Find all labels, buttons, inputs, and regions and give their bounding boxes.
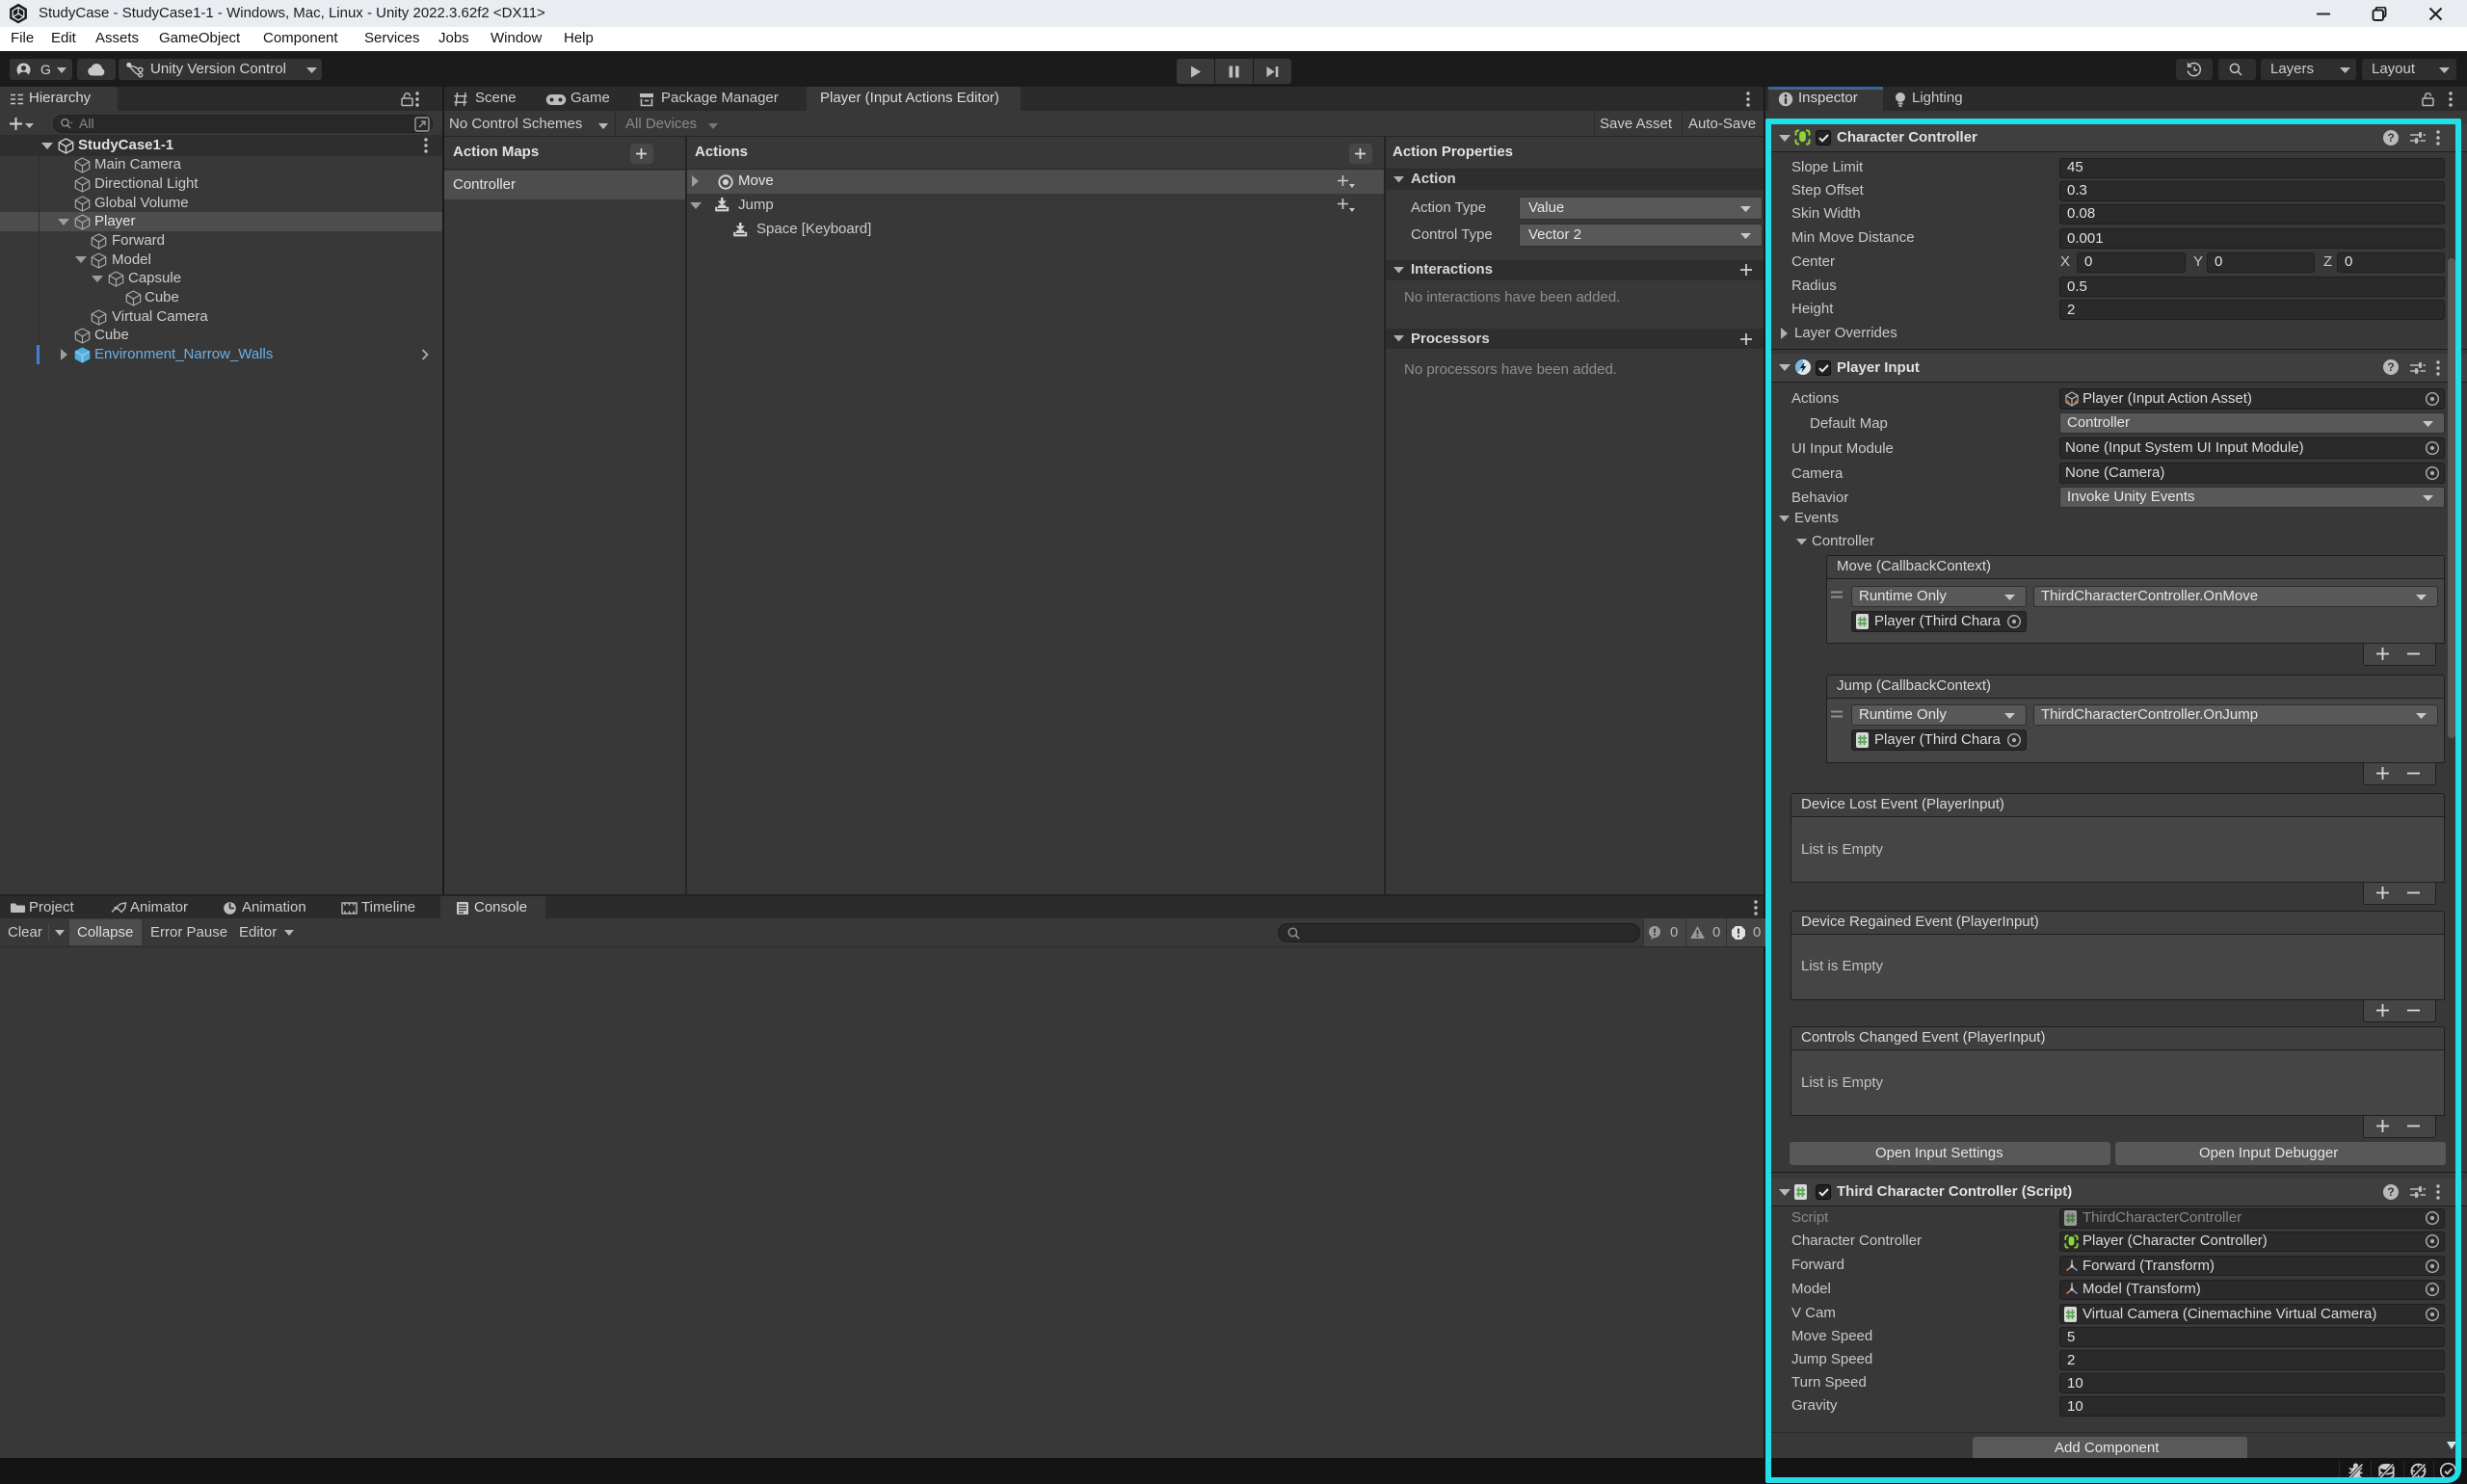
svg-text:?: ? bbox=[2387, 131, 2394, 145]
svg-text:?: ? bbox=[2387, 1185, 2394, 1199]
svg-text:?: ? bbox=[2387, 360, 2394, 374]
